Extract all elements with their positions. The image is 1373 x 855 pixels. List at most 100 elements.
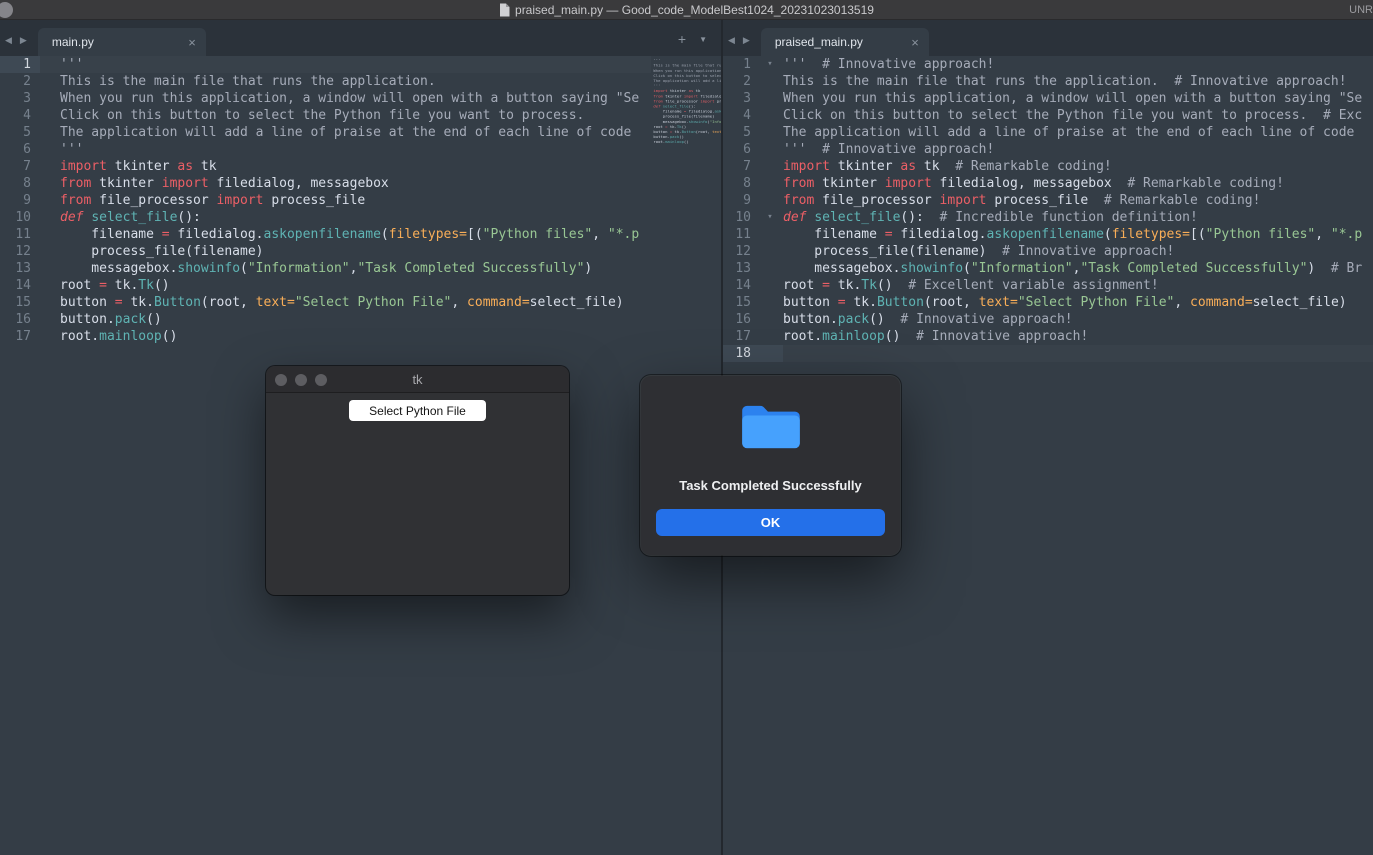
code-line[interactable]: 6''' # Innovative approach! (723, 141, 1373, 158)
line-number: 6 (723, 141, 757, 158)
fold-gutter (757, 277, 783, 294)
code-line[interactable]: 11 filename = filedialog.askopenfilename… (0, 226, 651, 243)
code-line[interactable]: 1▾''' # Innovative approach! (723, 56, 1373, 73)
right-tabbar: ◀ ▶ praised_main.py × (723, 20, 1373, 56)
tab-tools: + ▼ (678, 31, 721, 47)
tab-history-forward-icon[interactable]: ▶ (20, 35, 27, 46)
select-python-file-button[interactable]: Select Python File (349, 400, 486, 421)
code-line[interactable]: 4Click on this button to select the Pyth… (0, 107, 651, 124)
code-text: from tkinter import filedialog, messageb… (40, 175, 389, 192)
tk-window-title: tk (412, 372, 422, 387)
fold-gutter (757, 345, 783, 362)
code-text: The application will add a line of prais… (40, 124, 631, 141)
code-line[interactable]: 12 process_file(filename) # Innovative a… (723, 243, 1373, 260)
code-text: root = tk.Tk() # Excellent variable assi… (783, 277, 1159, 294)
fold-gutter (757, 243, 783, 260)
code-line[interactable]: 5The application will add a line of prai… (723, 124, 1373, 141)
line-number: 6 (0, 141, 40, 158)
line-number: 15 (723, 294, 757, 311)
code-line[interactable]: 14root = tk.Tk() # Excellent variable as… (723, 277, 1373, 294)
code-line[interactable]: 14root = tk.Tk() (0, 277, 651, 294)
code-line[interactable]: 5The application will add a line of prai… (0, 124, 651, 141)
line-number: 16 (723, 311, 757, 328)
code-line[interactable]: 17root.mainloop() # Innovative approach! (723, 328, 1373, 345)
code-line[interactable]: 8from tkinter import filedialog, message… (723, 175, 1373, 192)
code-line[interactable]: 7import tkinter as tk # Remarkable codin… (723, 158, 1373, 175)
code-text: button = tk.Button(root, text="Select Py… (40, 294, 624, 311)
code-line[interactable]: 7import tkinter as tk (0, 158, 651, 175)
tab-history-back-icon[interactable]: ◀ (5, 35, 12, 46)
code-line[interactable]: 9from file_processor import process_file… (723, 192, 1373, 209)
code-line[interactable]: 16 button.pack() # Innovative approach! (723, 311, 1373, 328)
code-line[interactable]: 18 (723, 345, 1373, 362)
fold-gutter (757, 311, 783, 328)
window-title: praised_main.py — Good_code_ModelBest102… (515, 3, 874, 17)
line-number: 14 (0, 277, 40, 294)
tab-overflow-icon[interactable]: ▼ (699, 35, 707, 44)
tab-close-icon[interactable]: × (188, 35, 196, 50)
code-line[interactable]: 8from tkinter import filedialog, message… (0, 175, 651, 192)
code-text: from file_processor import process_file (40, 192, 365, 209)
code-text: This is the main file that runs the appl… (40, 73, 436, 90)
code-line[interactable]: 4Click on this button to select the Pyth… (723, 107, 1373, 124)
fold-arrow-icon[interactable]: ▾ (757, 209, 783, 226)
line-number: 3 (0, 90, 40, 107)
tk-window: tk Select Python File (266, 366, 569, 595)
code-line[interactable]: 2This is the main file that runs the app… (723, 73, 1373, 90)
code-text: def select_file(): # Incredible function… (783, 209, 1198, 226)
new-tab-icon[interactable]: + (678, 31, 686, 47)
fold-gutter (757, 260, 783, 277)
ok-button[interactable]: OK (656, 509, 885, 536)
tab-history-forward-icon[interactable]: ▶ (743, 35, 750, 46)
line-number: 8 (723, 175, 757, 192)
code-text: root.mainloop() (40, 328, 177, 345)
line-number: 10 (723, 209, 757, 226)
tab-main-py[interactable]: main.py × (38, 28, 206, 56)
minimize-circle-icon[interactable] (295, 374, 307, 386)
code-line[interactable]: 15button = tk.Button(root, text="Select … (0, 294, 651, 311)
line-number: 17 (0, 328, 40, 345)
code-line[interactable]: 10def select_file(): (0, 209, 651, 226)
code-text: button = tk.Button(root, text="Select Py… (783, 294, 1347, 311)
fold-gutter (757, 107, 783, 124)
minimap-content: '''This is the main file that runs the a… (651, 58, 721, 145)
code-line[interactable]: 9from file_processor import process_file (0, 192, 651, 209)
code-line[interactable]: 10▾def select_file(): # Incredible funct… (723, 209, 1373, 226)
code-line[interactable]: 3When you run this application, a window… (723, 90, 1373, 107)
line-number: 5 (0, 124, 40, 141)
code-line[interactable]: 12 process_file(filename) (0, 243, 651, 260)
code-line[interactable]: 3When you run this application, a window… (0, 90, 651, 107)
line-number: 12 (723, 243, 757, 260)
code-text: process_file(filename) (40, 243, 264, 260)
code-line[interactable]: 13 messagebox.showinfo("Information","Ta… (723, 260, 1373, 277)
document-icon (499, 3, 510, 17)
code-line[interactable]: 17root.mainloop() (0, 328, 651, 345)
tab-praised-main-py[interactable]: praised_main.py × (761, 28, 929, 56)
code-line[interactable]: 6''' (0, 141, 651, 158)
code-text: ''' (40, 141, 83, 158)
code-text: messagebox.showinfo("Information","Task … (783, 260, 1362, 277)
code-line[interactable]: 15 button = tk.Button(root, text="Select … (723, 294, 1373, 311)
code-text: button.pack() # Innovative approach! (783, 311, 1073, 328)
tab-history-back-icon[interactable]: ◀ (728, 35, 735, 46)
code-line[interactable]: 13 messagebox.showinfo("Information","Ta… (0, 260, 651, 277)
fold-arrow-icon[interactable]: ▾ (757, 56, 783, 73)
tab-close-icon[interactable]: × (911, 35, 919, 50)
line-number: 3 (723, 90, 757, 107)
editor-window: praised_main.py — Good_code_ModelBest102… (0, 0, 1373, 855)
window-titlebar[interactable]: praised_main.py — Good_code_ModelBest102… (0, 0, 1373, 20)
folder-icon (740, 403, 802, 451)
code-line[interactable]: 1''' (0, 56, 651, 73)
tk-titlebar[interactable]: tk (266, 366, 569, 393)
zoom-circle-icon[interactable] (315, 374, 327, 386)
line-number: 13 (723, 260, 757, 277)
code-line[interactable]: 16button.pack() (0, 311, 651, 328)
fold-gutter (757, 141, 783, 158)
line-number: 8 (0, 175, 40, 192)
code-line[interactable]: 11 filename = filedialog.askopenfilename… (723, 226, 1373, 243)
close-circle-icon[interactable] (275, 374, 287, 386)
code-text: button.pack() (40, 311, 162, 328)
code-text: ''' # Innovative approach! (783, 56, 994, 73)
code-line[interactable]: 2This is the main file that runs the app… (0, 73, 651, 90)
line-number: 12 (0, 243, 40, 260)
